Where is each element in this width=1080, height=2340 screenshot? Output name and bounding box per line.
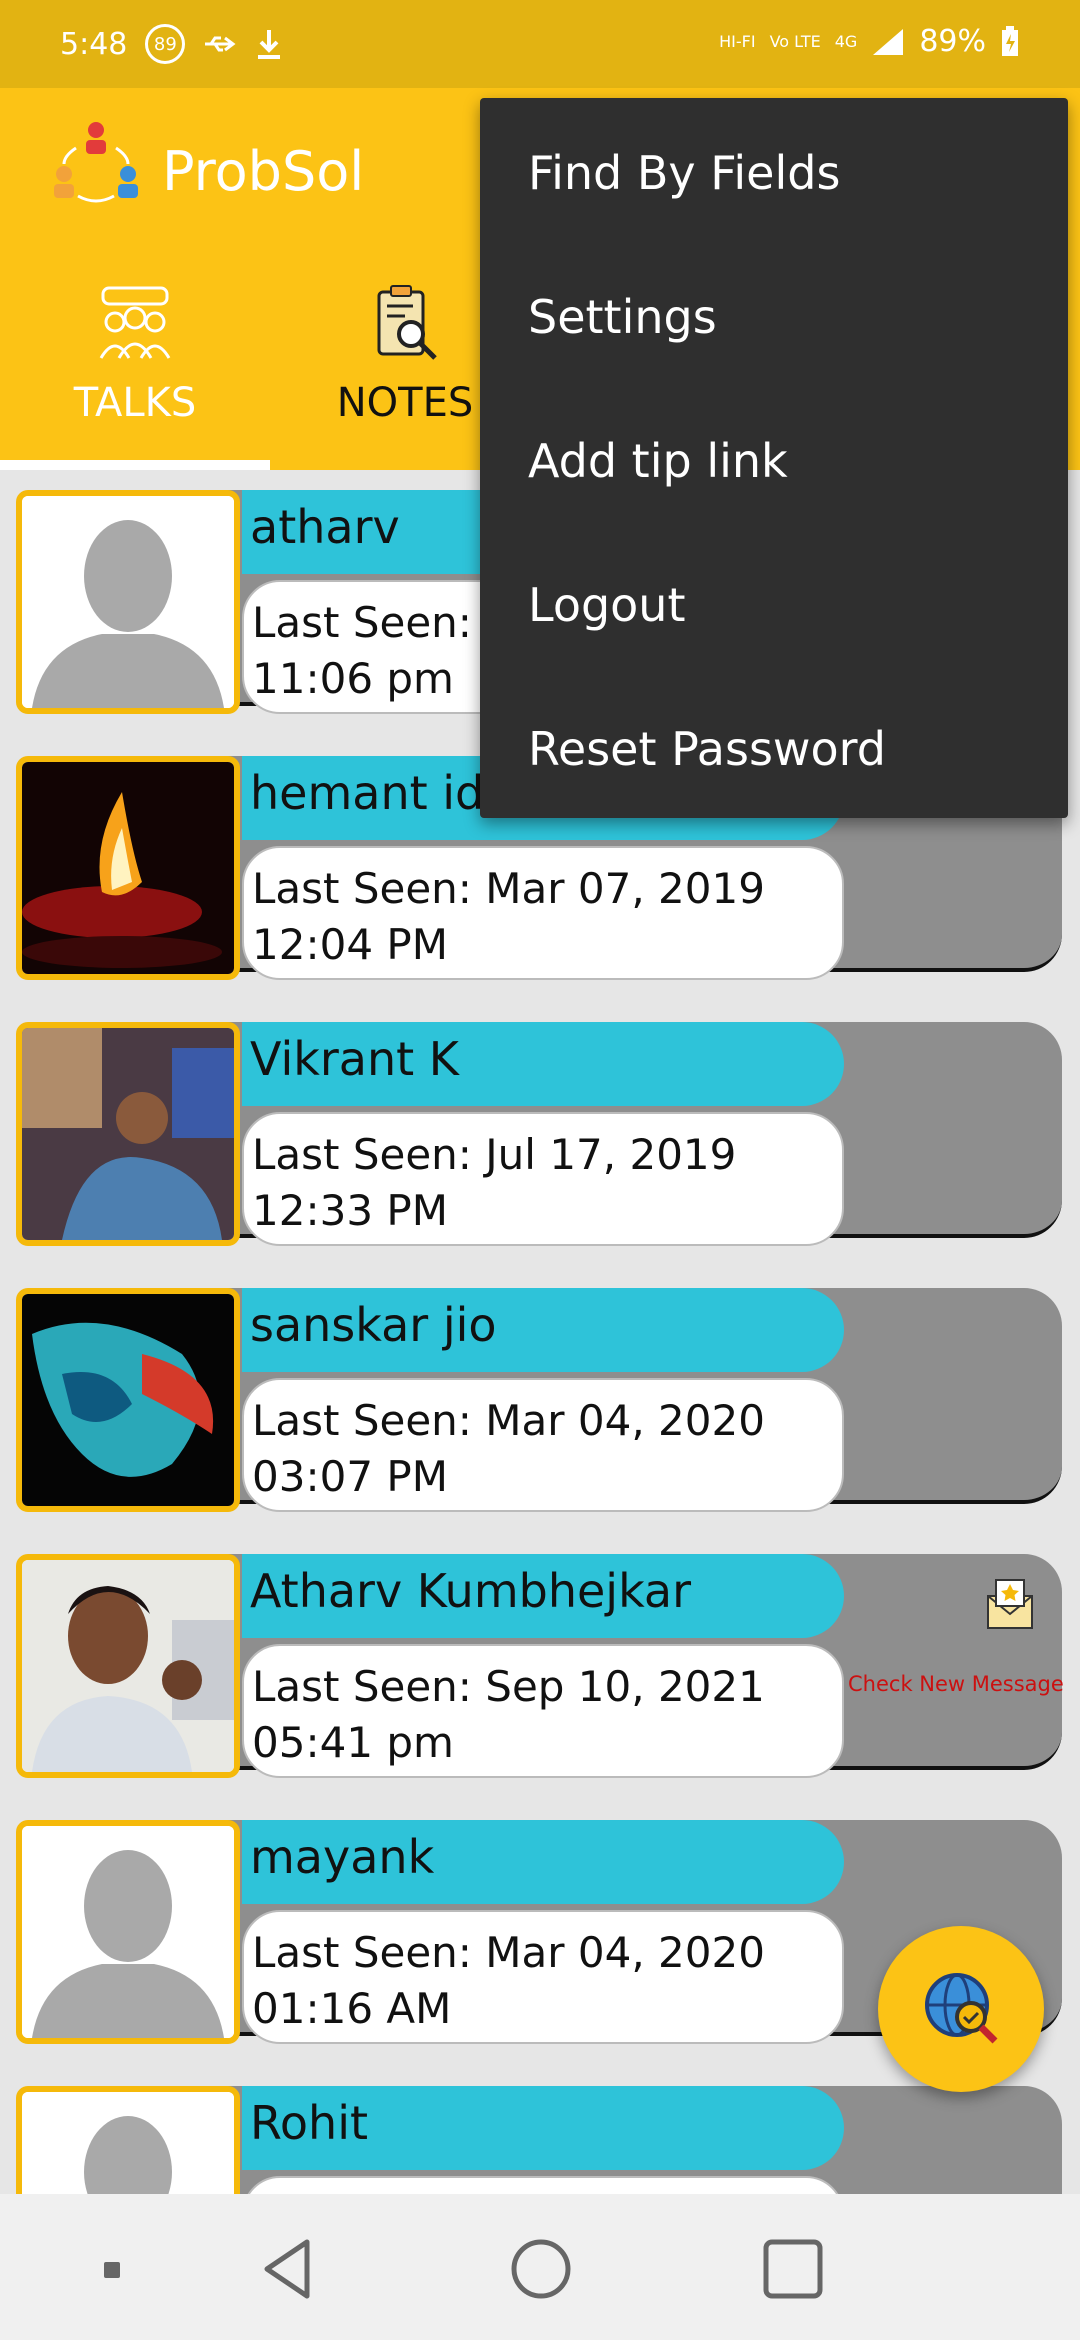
app-title: ProbSol xyxy=(162,140,365,203)
menu-item-settings[interactable]: Settings xyxy=(528,290,717,344)
globe-search-icon xyxy=(925,1973,998,2044)
battery-charging-icon xyxy=(1002,25,1018,56)
contact-card[interactable]: sanskar jio Last Seen: Mar 04, 2020 03:0… xyxy=(16,1268,1062,1512)
tab-talks-label: TALKS xyxy=(73,380,197,426)
global-search-fab[interactable] xyxy=(878,1926,1044,2092)
contact-name-pill: Rohit xyxy=(242,2086,844,2170)
last-seen-date: Last Seen: Mar 04, 2020 xyxy=(252,1928,765,1977)
avatar[interactable] xyxy=(16,1288,240,1512)
contact-name: mayank xyxy=(250,1830,435,1884)
contact-name: hemant ide xyxy=(250,766,513,820)
avatar[interactable] xyxy=(16,1022,240,1246)
selfie-photo-icon xyxy=(22,1560,234,1772)
last-seen-time: 12:04 PM xyxy=(252,920,448,969)
menu-item-reset-password[interactable]: Reset Password xyxy=(528,722,886,776)
notification-count-badge: 89 xyxy=(145,24,186,64)
last-seen-time: 03:07 PM xyxy=(252,1452,448,1501)
hifi-label: HI-FI xyxy=(719,31,756,51)
status-time: 5:48 xyxy=(60,26,128,62)
last-seen-time: 12:33 PM xyxy=(252,1186,448,1235)
last-seen-date: Last Seen: Mar 04, 2020 xyxy=(252,1396,765,1445)
default-avatar-icon xyxy=(22,2092,234,2194)
menu-item-add-tip-link[interactable]: Add tip link xyxy=(528,434,788,488)
default-avatar-icon xyxy=(22,1826,234,2038)
tab-talks[interactable]: TALKS xyxy=(0,284,270,470)
group-talk-icon xyxy=(99,286,171,359)
last-seen-date: Last Seen: Jul 17, 2019 xyxy=(252,1130,737,1179)
contact-name-pill: sanskar jio xyxy=(242,1288,844,1372)
menu-item-find-by-fields[interactable]: Find By Fields xyxy=(528,146,840,200)
contact-card[interactable]: Atharv Kumbhejkar Last Seen: Sep 10, 202… xyxy=(16,1534,1064,1778)
contact-name-pill: Vikrant K xyxy=(242,1022,844,1106)
last-seen-box: Last Seen: Sep 10, 2021 05:41 pm xyxy=(242,1644,844,1778)
last-seen-box: Last Seen: Mar 04, 2020 01:16 AM xyxy=(242,1910,844,2044)
menu-item-logout[interactable]: Logout xyxy=(528,578,686,632)
check-new-message-link[interactable]: Check New Message xyxy=(848,1672,1064,1696)
system-nav-bar xyxy=(0,2194,1080,2340)
contact-name-pill: Atharv Kumbhejkar xyxy=(242,1554,844,1638)
last-seen-time: 05:41 pm xyxy=(252,1718,454,1767)
new-message-mail-icon[interactable] xyxy=(984,1576,1036,1632)
default-avatar-icon xyxy=(22,496,234,708)
menu-dot-icon[interactable] xyxy=(76,2234,146,2304)
splash-photo-icon xyxy=(22,1294,234,1506)
probsol-logo-icon xyxy=(54,122,138,203)
last-seen-date: Last Seen: Sep 10, 2021 xyxy=(252,1662,765,1711)
last-seen-box: Last Seen: Jul 17, 2019 12:33 PM xyxy=(242,1112,844,1246)
last-seen-date: Last Seen: J xyxy=(252,598,498,647)
last-seen-time: 11:06 pm xyxy=(252,654,454,703)
volte-label: Vo LTE xyxy=(769,31,821,51)
contact-card[interactable]: Rohit xyxy=(16,2066,1062,2194)
download-icon xyxy=(258,30,281,59)
4g-label: 4G xyxy=(834,31,858,51)
avatar[interactable] xyxy=(16,490,240,714)
tab-indicator xyxy=(0,460,270,470)
contact-name: Atharv Kumbhejkar xyxy=(250,1564,691,1618)
avatar[interactable] xyxy=(16,2086,240,2194)
signal-icon xyxy=(873,28,904,55)
contact-card[interactable]: Vikrant K Last Seen: Jul 17, 2019 12:33 … xyxy=(16,1002,1062,1246)
recents-icon[interactable] xyxy=(758,2234,828,2304)
avatar[interactable] xyxy=(16,1820,240,2044)
last-seen-time: 01:16 AM xyxy=(252,1984,452,2033)
last-seen-date: Last Seen: Mar 07, 2019 xyxy=(252,864,765,913)
last-seen-box xyxy=(242,2176,844,2194)
man-photo-icon xyxy=(22,1028,234,1240)
back-icon[interactable] xyxy=(255,2234,325,2304)
last-seen-box: Last Seen: Mar 07, 2019 12:04 PM xyxy=(242,846,844,980)
contact-name: sanskar jio xyxy=(250,1298,497,1352)
contact-name-pill: mayank xyxy=(242,1820,844,1904)
usb-icon xyxy=(205,36,236,52)
clipboard-search-icon xyxy=(377,285,437,360)
home-icon[interactable] xyxy=(506,2234,576,2304)
contact-name: Vikrant K xyxy=(250,1032,459,1086)
status-bar: 5:48 89 HI-FI Vo LTE 4G 89% xyxy=(0,0,1080,88)
contact-name: Rohit xyxy=(250,2096,369,2150)
avatar[interactable] xyxy=(16,1554,240,1778)
contact-name: atharv xyxy=(250,500,400,554)
battery-percent: 89% xyxy=(919,24,986,59)
avatar[interactable] xyxy=(16,756,240,980)
overflow-menu[interactable]: Find By Fields Settings Add tip link Log… xyxy=(480,98,1068,818)
diya-photo-icon xyxy=(22,762,234,974)
last-seen-box: Last Seen: Mar 04, 2020 03:07 PM xyxy=(242,1378,844,1512)
